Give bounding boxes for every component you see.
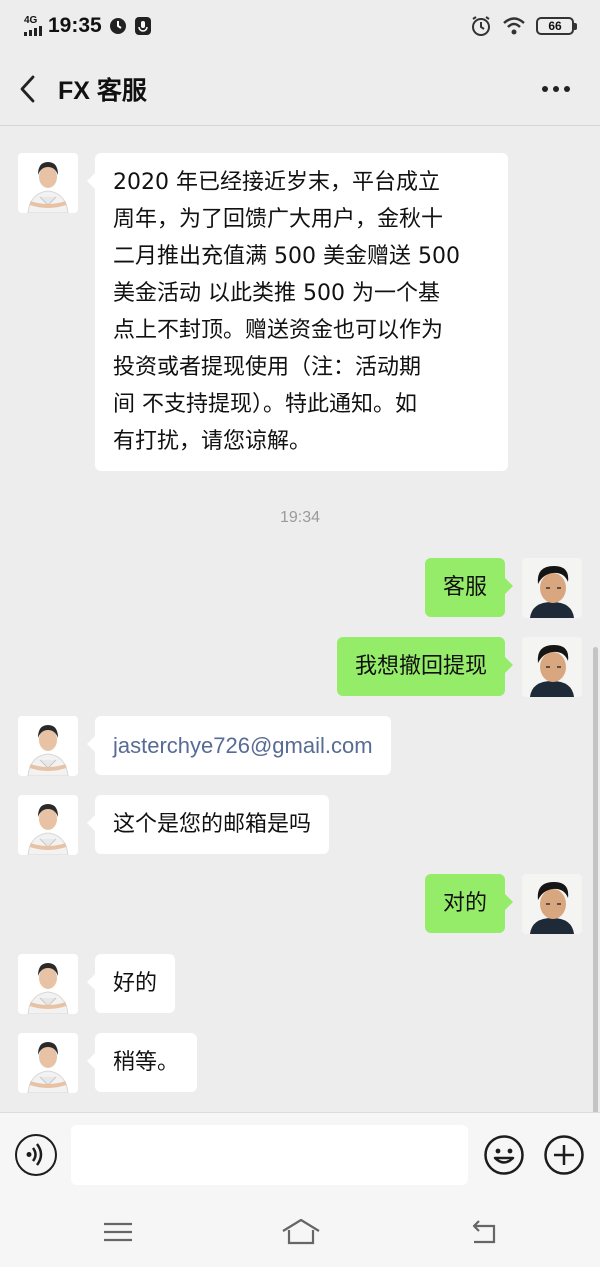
emoji-icon	[484, 1135, 524, 1175]
message-bubble-outgoing[interactable]: 对的	[424, 874, 514, 933]
message-line: 二月推出充值满 500 美金赠送 500	[113, 244, 460, 269]
status-bar: 4G 19:35 66	[0, 0, 600, 52]
network-indicator: 4G	[24, 16, 42, 36]
back-button[interactable]	[0, 52, 56, 126]
agent-avatar[interactable]	[18, 1033, 78, 1093]
agent-avatar[interactable]	[18, 716, 78, 776]
message-line: 2020 年已经接近岁末，平台成立	[113, 170, 440, 195]
clock: 19:35	[48, 14, 102, 37]
message-input[interactable]	[71, 1125, 468, 1185]
message-list[interactable]: 2020 年已经接近岁末，平台成立 周年，为了回馈广大用户，金秋十 二月推出充值…	[0, 127, 600, 1237]
battery-level: 66	[548, 19, 562, 33]
voice-icon	[26, 1143, 43, 1166]
message-line: 投资或者提现使用（注：活动期	[113, 355, 422, 380]
network-label: 4G	[24, 15, 38, 26]
message-bubble-incoming[interactable]: 好的	[86, 954, 176, 1013]
message-bubble-incoming[interactable]: 稍等。	[86, 1033, 198, 1092]
chevron-left-icon	[20, 75, 35, 102]
wifi-icon	[503, 17, 525, 35]
message-bubble-incoming[interactable]: 这个是您的邮箱是吗	[86, 795, 330, 854]
message-line: 有打扰，请您谅解。	[113, 429, 312, 454]
message-line: 点上不封顶。赠送资金也可以作为	[113, 318, 444, 343]
voice-button[interactable]	[15, 1134, 57, 1176]
message-line: 周年，为了回馈广大用户，金秋十	[113, 207, 444, 232]
status-right: 66	[470, 15, 577, 37]
agent-avatar[interactable]	[18, 153, 78, 213]
nav-home-button[interactable]	[280, 1216, 322, 1248]
notification-icon	[134, 17, 151, 35]
battery-icon: 66	[536, 17, 577, 35]
user-avatar[interactable]	[522, 637, 582, 697]
signal-bars-icon	[24, 26, 42, 36]
system-nav-bar	[0, 1198, 600, 1267]
home-icon	[282, 1218, 320, 1245]
more-dots-icon	[542, 86, 548, 92]
chat-header: FX 客服	[0, 52, 600, 126]
agent-avatar[interactable]	[18, 795, 78, 855]
message-line: 美金活动 以此类推 500 为一个基	[113, 281, 440, 306]
message-bubble-outgoing[interactable]: 我想撤回提现	[336, 637, 514, 696]
user-avatar[interactable]	[522, 874, 582, 934]
more-functions-button[interactable]	[543, 1134, 585, 1176]
chat-title: FX 客服	[58, 76, 147, 105]
user-avatar[interactable]	[522, 558, 582, 618]
agent-avatar[interactable]	[18, 954, 78, 1014]
emoji-button[interactable]	[483, 1134, 525, 1176]
message-timestamp: 19:34	[279, 509, 321, 526]
more-button[interactable]	[536, 74, 576, 104]
return-icon	[472, 1220, 496, 1244]
menu-icon	[104, 1222, 132, 1242]
alarm-icon	[109, 18, 126, 34]
message-bubble-incoming[interactable]: 2020 年已经接近岁末，平台成立 周年，为了回馈广大用户，金秋十 二月推出充值…	[87, 153, 508, 471]
status-left: 4G 19:35	[24, 14, 152, 38]
alarm-icon	[472, 16, 490, 36]
plus-icon	[544, 1135, 584, 1175]
message-line: 间 不支持提现）。特此通知。如	[113, 392, 417, 417]
nav-menu-button[interactable]	[100, 1216, 136, 1248]
input-bar	[0, 1112, 600, 1198]
message-bubble-outgoing[interactable]: 客服	[424, 558, 514, 617]
email-link[interactable]: jasterchye726@gmail.com	[87, 716, 391, 775]
nav-back-button[interactable]	[466, 1216, 502, 1248]
